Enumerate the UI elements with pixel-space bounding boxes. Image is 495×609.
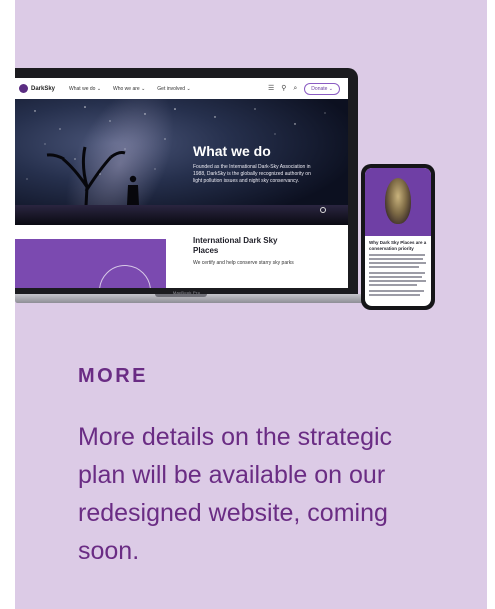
badge-emblem-icon <box>99 265 151 288</box>
places-section: International Dark Sky Places We certify… <box>15 225 348 288</box>
phone-hero-image <box>365 168 431 236</box>
search-icon[interactable]: ⌕ <box>293 85 297 92</box>
phone-text-line <box>369 266 419 268</box>
laptop-screen: DarkSky What we do ⌄ Who we are ⌄ Get in… <box>15 78 348 288</box>
phone-frame: Why Dark Sky Places are a conservation p… <box>361 164 435 310</box>
phone-article-title: Why Dark Sky Places are a conservation p… <box>369 240 427 251</box>
hero-description: Founded as the International Dark-Sky As… <box>193 164 311 184</box>
nav-tools: ☰ ⚲ ⌕ Donate ⌄ <box>268 82 348 95</box>
phone-text-line <box>369 290 424 292</box>
owl-image <box>385 178 411 224</box>
section-label: MORE <box>78 365 148 387</box>
laptop-model-label: MacBook Pro <box>172 290 201 295</box>
hero-title: What we do <box>193 143 271 159</box>
nav-link-get-involved[interactable]: Get involved ⌄ <box>157 86 190 92</box>
places-text: We certify and help conserve starry sky … <box>193 260 294 266</box>
darksky-logo-icon <box>19 84 28 93</box>
phone-text-line <box>369 272 425 274</box>
phone-text-line <box>369 294 420 296</box>
site-logo-text[interactable]: DarkSky <box>31 86 55 92</box>
phone-text-line <box>369 258 423 260</box>
phone-text-line <box>369 280 426 282</box>
phone-screen: Why Dark Sky Places are a conservation p… <box>365 168 431 306</box>
phone-text-line <box>369 254 425 256</box>
site-navbar: DarkSky What we do ⌄ Who we are ⌄ Get in… <box>15 78 348 99</box>
phone-text-line <box>369 284 417 286</box>
phone-text-line <box>369 262 426 264</box>
phone-text-line <box>369 276 422 278</box>
content-card: DarkSky What we do ⌄ Who we are ⌄ Get in… <box>15 0 487 609</box>
nav-link-what-we-do[interactable]: What we do ⌄ <box>69 86 101 92</box>
nav-link-who-we-are[interactable]: Who we are ⌄ <box>113 86 145 92</box>
hero-banner: What we do Founded as the International … <box>15 99 348 225</box>
places-heading: International Dark Sky Places <box>193 236 278 255</box>
places-image-card[interactable] <box>15 239 166 288</box>
ground-silhouette <box>15 205 348 225</box>
carousel-control[interactable] <box>320 207 326 213</box>
user-icon[interactable]: ⚲ <box>281 85 286 92</box>
menu-icon[interactable]: ☰ <box>268 85 274 92</box>
donate-button[interactable]: Donate ⌄ <box>304 82 340 95</box>
section-body-text: More details on the strategic plan will … <box>78 423 393 565</box>
